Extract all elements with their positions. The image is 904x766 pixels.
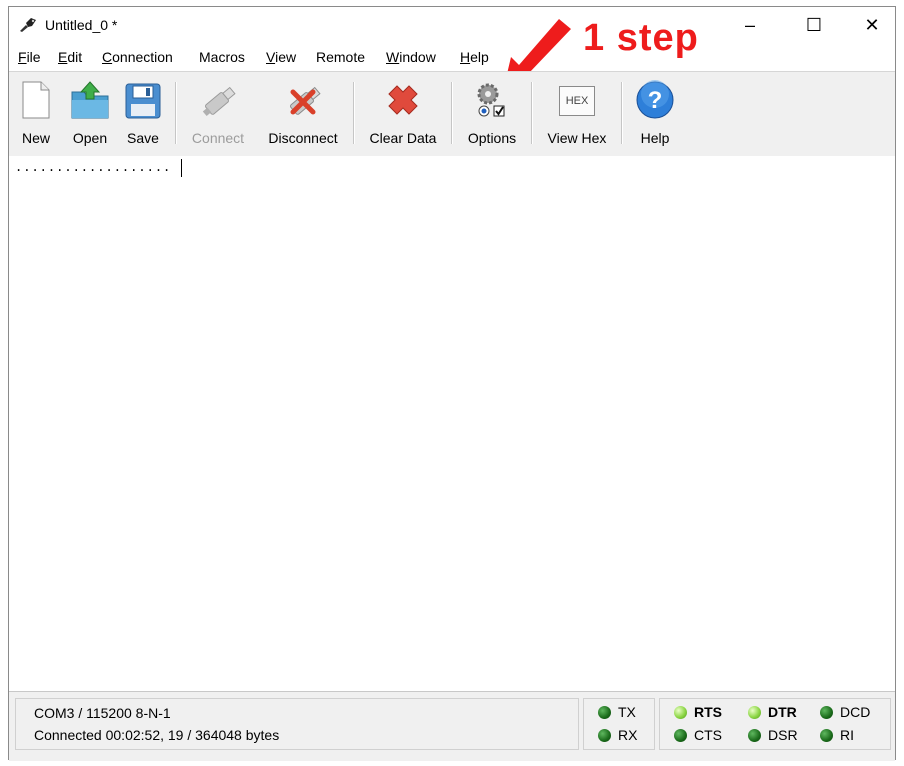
minimize-icon: – [744,14,755,35]
options-label: Options [467,130,517,146]
menu-window[interactable]: Window [386,49,436,65]
view-hex-button[interactable]: HEX View Hex [541,76,613,152]
menu-bar: File Edit Connection Macros View Remote … [9,47,895,69]
toolbar-separator [175,82,176,144]
dsr-indicator: DSR [748,727,798,743]
connect-plug-icon [198,76,238,120]
help-button[interactable]: ? Help [633,76,677,152]
clear-data-label: Clear Data [369,130,437,146]
connect-button[interactable]: Connect [187,76,249,152]
new-label: New [21,130,50,146]
toolbar: New Open Save Connect Disconnect Clear D… [9,71,895,157]
new-file-icon [16,76,56,120]
menu-help[interactable]: Help [460,49,489,65]
options-button[interactable]: Options [461,76,523,152]
toolbar-separator [451,82,452,144]
signal-lines-panel: RTS CTS DTR DSR DCD RI [659,698,891,750]
hex-icon-text: HEX [559,86,595,116]
app-window: Untitled_0 * – ☐ ✕ File Edit Connection … [8,6,896,761]
dtr-indicator[interactable]: DTR [748,704,797,720]
hex-icon: HEX [557,76,597,120]
svg-text:?: ? [648,87,663,114]
view-hex-label: View Hex [547,130,607,146]
clear-x-icon [383,76,423,120]
status-bar: COM3 / 115200 8-N-1 Connected 00:02:52, … [9,691,895,761]
cts-label: CTS [694,727,722,743]
title-bar[interactable]: Untitled_0 * – ☐ ✕ [9,7,895,43]
rts-led-icon [674,705,687,719]
terminal-text: ................... [15,160,172,174]
open-folder-icon [70,76,110,120]
dtr-led-icon [748,705,761,719]
dcd-indicator: DCD [820,704,870,720]
cts-indicator: CTS [674,727,722,743]
rx-led-icon [598,728,611,742]
options-gears-icon [472,76,512,120]
ri-indicator: RI [820,727,854,743]
toolbar-separator [353,82,354,144]
connection-info-text: Connected 00:02:52, 19 / 364048 bytes [34,727,280,743]
port-settings-text: COM3 / 115200 8-N-1 [34,705,171,721]
dcd-led-icon [820,705,833,719]
status-info-panel: COM3 / 115200 8-N-1 Connected 00:02:52, … [15,698,579,750]
menu-connection[interactable]: Connection [102,49,173,65]
menu-edit[interactable]: Edit [58,49,82,65]
open-button[interactable]: Open [67,76,113,152]
connect-label: Connect [191,130,245,146]
app-icon [20,18,36,32]
menu-file[interactable]: File [18,49,41,65]
dsr-label: DSR [768,727,798,743]
save-button[interactable]: Save [121,76,165,152]
terminal-area[interactable]: ................... [9,156,895,690]
ri-label: RI [840,727,854,743]
dsr-led-icon [748,728,761,742]
close-icon: ✕ [864,14,880,35]
dtr-label: DTR [768,704,797,720]
minimize-button[interactable]: – [727,7,773,43]
toolbar-separator [531,82,532,144]
help-label: Help [640,130,670,146]
txrx-panel: TX RX [583,698,655,750]
menu-macros[interactable]: Macros [199,49,245,65]
disconnect-button[interactable]: Disconnect [263,76,343,152]
menu-remote[interactable]: Remote [316,49,365,65]
tx-indicator: TX [598,704,636,720]
menu-view[interactable]: View [266,49,296,65]
rx-indicator: RX [598,727,637,743]
rts-indicator[interactable]: RTS [674,704,722,720]
maximize-icon: ☐ [805,14,823,35]
clear-data-button[interactable]: Clear Data [365,76,441,152]
ri-led-icon [820,728,833,742]
save-disk-icon [123,76,163,120]
rts-label: RTS [694,704,722,720]
close-button[interactable]: ✕ [849,7,895,43]
tx-led-icon [598,705,611,719]
disconnect-plug-icon [283,76,323,120]
rx-label: RX [618,727,638,743]
annotation-step-label: 1 step [583,17,699,59]
help-question-icon: ? [635,76,675,120]
open-label: Open [72,130,108,146]
save-label: Save [127,130,159,146]
toolbar-separator [621,82,622,144]
maximize-button[interactable]: ☐ [791,7,837,43]
window-title: Untitled_0 * [45,17,118,33]
new-button[interactable]: New [15,76,57,152]
tx-label: TX [618,704,636,720]
disconnect-label: Disconnect [268,130,338,146]
cts-led-icon [674,728,687,742]
dcd-label: DCD [840,704,871,720]
text-cursor [181,159,182,177]
